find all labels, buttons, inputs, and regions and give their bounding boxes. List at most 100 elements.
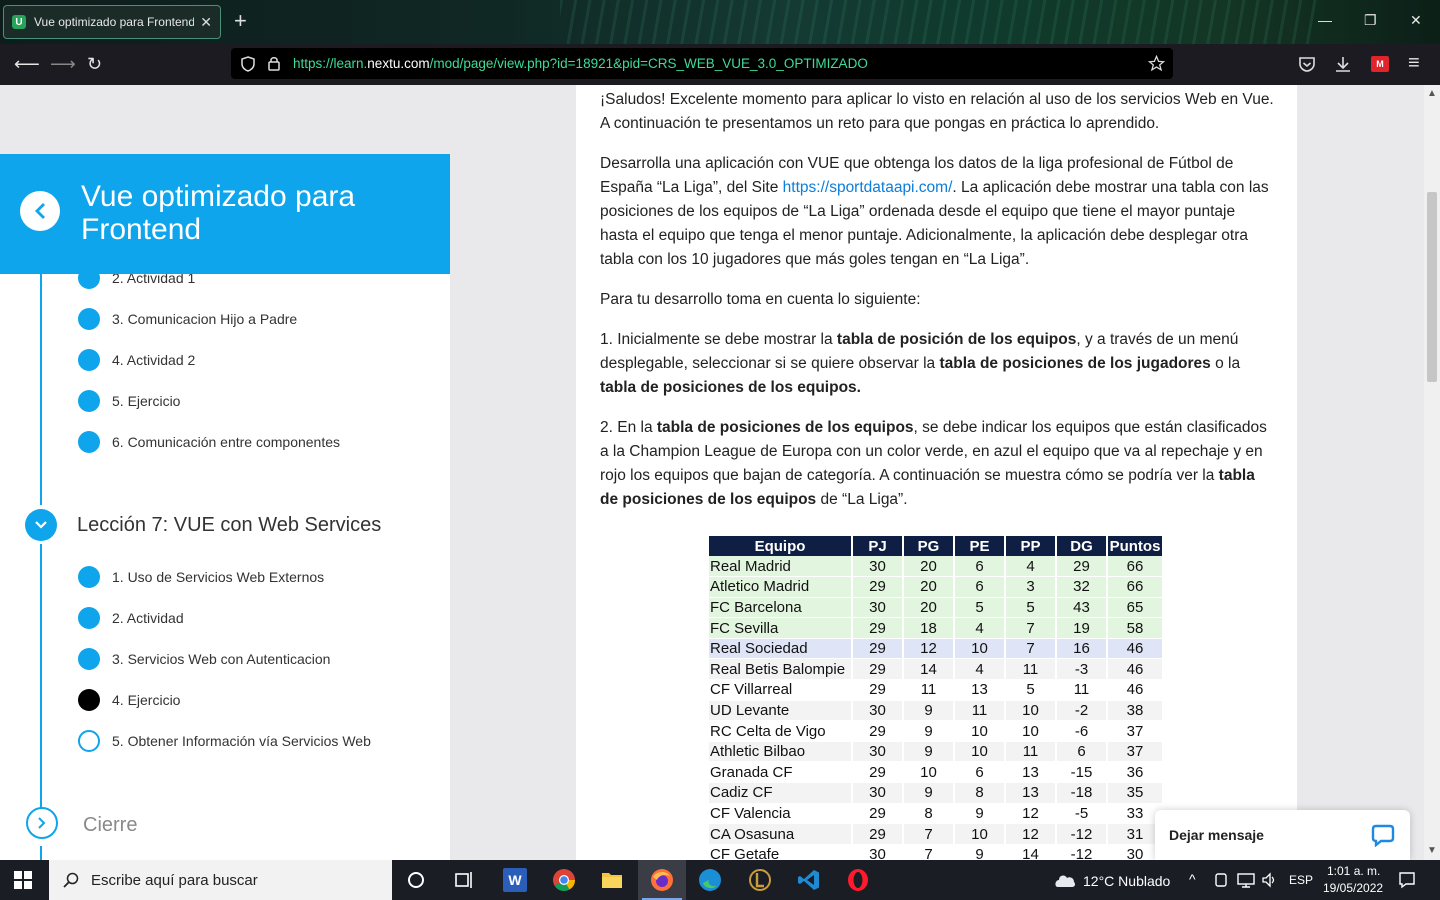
team-name-cell: Real Sociedad	[709, 638, 853, 660]
browser-tab[interactable]: U Vue optimizado para Frontend ✕	[3, 5, 221, 39]
lesson-title[interactable]: Lección 7: VUE con Web Services	[77, 514, 381, 537]
opera-icon[interactable]	[846, 868, 870, 892]
stat-cell: 29	[852, 638, 904, 660]
closing-toggle-button[interactable]	[26, 807, 58, 839]
minimize-icon[interactable]: ―	[1318, 12, 1332, 28]
stat-cell: 36	[1107, 761, 1164, 784]
taskbar-search[interactable]: Escribe aquí para buscar	[49, 860, 392, 900]
chat-widget[interactable]: Dejar mensaje	[1155, 810, 1410, 860]
scroll-down-icon[interactable]: ▼	[1427, 845, 1437, 856]
sidebar-item-label: 1. Uso de Servicios Web Externos	[112, 569, 325, 585]
stat-cell: 46	[1107, 638, 1164, 660]
lesson-toggle-button[interactable]	[25, 509, 57, 541]
sidebar-item[interactable]: 6. Comunicación entre componentes	[78, 430, 340, 454]
team-name-cell: FC Sevilla	[709, 617, 853, 639]
sidebar-item[interactable]: 3. Comunicacion Hijo a Padre	[78, 307, 297, 331]
word-icon[interactable]: W	[503, 868, 527, 892]
pocket-icon[interactable]	[1298, 56, 1316, 73]
language-indicator[interactable]: ESP	[1289, 873, 1313, 887]
team-name-cell: Athletic Bilbao	[709, 741, 853, 763]
url-bar[interactable]: https://learn.nextu.com/mod/page/view.ph…	[231, 48, 1173, 79]
requirement-1-paragraph: 1. Inicialmente se debe mostrar la tabla…	[600, 328, 1276, 400]
new-tab-icon[interactable]: +	[234, 10, 247, 32]
chrome-icon[interactable]	[552, 868, 576, 892]
standings-row: Real Betis Balompie 29 14 4 11 -3 46	[709, 658, 1164, 681]
back-button[interactable]	[20, 191, 60, 231]
sidebar-item[interactable]: 5. Obtener Información vía Servicios Web	[78, 729, 371, 753]
sidebar-item-label: 3. Comunicacion Hijo a Padre	[112, 311, 298, 327]
standings-row: Cadiz CF 30 9 8 13 -18 35	[709, 782, 1164, 804]
header-cell: Puntos	[1107, 536, 1164, 556]
stat-cell: 4	[954, 617, 1006, 639]
stat-cell: 29	[852, 576, 904, 598]
forward-icon[interactable]: ⟶	[50, 53, 76, 75]
stat-cell: 29	[852, 679, 904, 701]
back-icon[interactable]: ⟵	[14, 53, 40, 75]
reload-icon[interactable]: ↻	[87, 53, 102, 75]
text-span: o la	[1210, 355, 1241, 372]
stat-cell: 7	[903, 823, 955, 845]
cortana-icon[interactable]	[404, 868, 428, 892]
sidebar-item[interactable]: 4. Actividad 2	[78, 348, 195, 372]
task-view-icon[interactable]	[452, 868, 476, 892]
menu-icon[interactable]: ≡	[1408, 52, 1420, 74]
weather-text[interactable]: 12°C Nublado	[1083, 873, 1170, 889]
tray-chevron-icon[interactable]: ^	[1189, 871, 1196, 887]
text-span: 1. Inicialmente se debe mostrar la	[600, 331, 837, 348]
stat-cell: 6	[954, 576, 1006, 598]
scroll-up-icon[interactable]: ▲	[1427, 88, 1437, 99]
edge-icon[interactable]	[698, 868, 722, 892]
bookmark-star-icon[interactable]	[1148, 55, 1165, 72]
notifications-icon[interactable]	[1398, 871, 1416, 889]
sidebar-item[interactable]: 5. Ejercicio	[78, 389, 180, 413]
sidebar-item-label: 5. Ejercicio	[112, 393, 181, 409]
league-icon[interactable]	[748, 868, 772, 892]
standings-row: Granada CF 29 10 6 13 -15 36	[709, 761, 1164, 784]
tab-title: Vue optimizado para Frontend	[34, 15, 195, 29]
extension-icon[interactable]: M	[1371, 56, 1389, 72]
browser-navbar: ⟵ ⟶ ↻ https://learn.nextu.com/mod/page/v…	[0, 44, 1440, 85]
url-text[interactable]: https://learn.nextu.com/mod/page/view.ph…	[293, 56, 868, 71]
tray-device-icon[interactable]	[1214, 872, 1228, 888]
windows-start-icon[interactable]	[14, 871, 32, 889]
window-close-icon[interactable]: ✕	[1410, 12, 1422, 29]
stat-cell: 7	[1005, 638, 1057, 660]
stat-cell: 11	[1005, 741, 1057, 763]
weather-cloud-icon[interactable]	[1051, 870, 1077, 890]
clock-date[interactable]: 19/05/2022	[1323, 881, 1383, 895]
lock-icon[interactable]	[267, 55, 281, 71]
stat-cell: -2	[1056, 700, 1108, 722]
standings-row: CF Villarreal 29 11 13 5 11 46	[709, 679, 1164, 701]
download-icon[interactable]	[1335, 56, 1351, 73]
vscode-icon[interactable]	[797, 868, 821, 892]
team-name-cell: Cadiz CF	[709, 782, 853, 804]
sidebar-item[interactable]: 3. Servicios Web con Autenticacion	[78, 647, 330, 671]
sidebar-item-label: 4. Actividad 2	[112, 352, 196, 368]
volume-icon[interactable]	[1261, 872, 1277, 888]
sportdataapi-link[interactable]: https://sportdataapi.com/	[783, 179, 953, 196]
tab-close-icon[interactable]: ✕	[200, 14, 212, 31]
clock-time[interactable]: 1:01 a. m.	[1327, 864, 1380, 878]
sidebar-item-current[interactable]: 4. Ejercicio	[78, 688, 180, 712]
firefox-icon[interactable]	[650, 868, 674, 892]
network-icon[interactable]	[1237, 872, 1255, 888]
stat-cell: -18	[1056, 782, 1108, 804]
sidebar-item[interactable]: 2. Actividad	[78, 606, 184, 630]
team-name-cell: CA Osasuna	[709, 823, 853, 845]
standings-row: RC Celta de Vigo 29 9 10 10 -6 37	[709, 720, 1164, 742]
page-scrollbar[interactable]: ▲ ▼	[1424, 85, 1440, 860]
stat-cell: 10	[954, 638, 1006, 660]
file-explorer-icon[interactable]	[600, 868, 624, 892]
header-cell: PJ	[852, 536, 904, 556]
team-name-cell: Real Betis Balompie	[709, 658, 853, 681]
stat-cell: 11	[954, 700, 1006, 722]
scroll-thumb[interactable]	[1427, 192, 1437, 382]
sidebar-item[interactable]: 1. Uso de Servicios Web Externos	[78, 565, 324, 589]
stat-cell: 29	[852, 720, 904, 742]
closing-section-title[interactable]: Cierre	[83, 814, 137, 837]
standings-row: Real Madrid 30 20 6 4 29 66	[709, 556, 1164, 578]
bold-text: tabla de posición de los equipos	[836, 331, 1077, 348]
standings-row: Real Sociedad 29 12 10 7 16 46	[709, 638, 1164, 660]
shield-icon[interactable]	[241, 56, 255, 72]
restore-icon[interactable]: ❐	[1364, 12, 1377, 29]
